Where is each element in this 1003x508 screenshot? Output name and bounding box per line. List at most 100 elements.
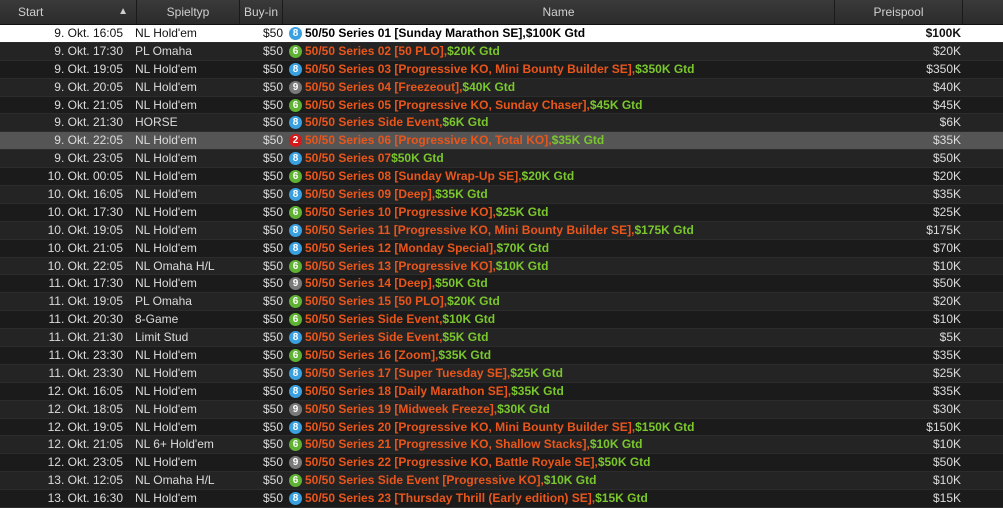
game-type-cell: PL Omaha [135, 294, 192, 309]
tournament-name-cell: 8 50/50 Series 03 [Progressive KO, Mini B… [287, 61, 835, 78]
start-time-cell: 9. Okt. 19:05 [54, 61, 123, 76]
start-time-cell: 10. Okt. 21:05 [47, 240, 123, 255]
prize-pool-cell: $10K [932, 437, 961, 452]
guarantee-text: $10K Gtd [543, 473, 597, 488]
prize-pool-cell: $50K [932, 455, 961, 470]
table-row[interactable]: 10. Okt. 16:05 NL Hold'em $50 8 50/50 Series… [0, 186, 1003, 204]
table-size-badge-icon: 8 [289, 223, 302, 237]
row-filler [963, 97, 1003, 114]
table-row[interactable]: 11. Okt. 19:05 PL Omaha $50 6 50/50 Series 1… [0, 293, 1003, 312]
table-size-badge-icon: 8 [289, 241, 302, 255]
prize-pool-cell: $30K [932, 401, 961, 416]
table-row[interactable]: 9. Okt. 17:30 PL Omaha $50 6 50/50 Series 02… [0, 42, 1003, 61]
row-filler [963, 204, 1003, 221]
row-filler [963, 365, 1003, 382]
table-size-badge-icon: 6 [289, 259, 302, 273]
table-row[interactable]: 11. Okt. 23:30 NL Hold'em $50 6 50/50 Series… [0, 347, 1003, 365]
tournament-name: 50/50 Series 04 [Freezeout], [305, 79, 463, 94]
prize-pool-cell: $350K [926, 61, 961, 76]
table-row[interactable]: 13. Okt. 16:30 NL Hold'em $50 8 50/50 Series… [0, 490, 1003, 508]
buyin-cell: $50 [262, 97, 283, 112]
guarantee-text: $20K Gtd [447, 43, 500, 58]
guarantee-text: $150K Gtd [635, 419, 695, 434]
table-row[interactable]: 12. Okt. 19:05 NL Hold'em $50 8 50/50 Series… [0, 418, 1003, 437]
guarantee-text: $25K Gtd [510, 365, 563, 380]
start-time-cell: 9. Okt. 20:05 [54, 79, 123, 94]
column-header-name[interactable]: Name [283, 0, 835, 24]
buyin-cell: $50 [262, 473, 283, 488]
game-type-cell: Limit Stud [135, 330, 189, 345]
tournament-name-cell: 9 50/50 Series 19 [Midweek Freeze], $30K … [287, 401, 835, 418]
tournament-name: 50/50 Series 16 [Zoom], [305, 348, 439, 363]
guarantee-text: $5K Gtd [442, 330, 489, 345]
start-time-cell: 9. Okt. 21:30 [54, 115, 123, 130]
start-time-cell: 12. Okt. 23:05 [47, 455, 123, 470]
table-row[interactable]: 11. Okt. 20:30 8-Game $50 6 50/50 Series Sid… [0, 311, 1003, 330]
tournament-name-cell: 9 50/50 Series 04 [Freezeout], $40K Gtd [287, 79, 835, 96]
table-row[interactable]: 10. Okt. 19:05 NL Hold'em $50 8 50/50 Series… [0, 221, 1003, 240]
buyin-cell: $50 [262, 43, 283, 58]
tournament-name: 50/50 Series 06 [Progressive KO, Total K… [305, 133, 552, 148]
start-time-cell: 10. Okt. 19:05 [47, 222, 123, 237]
table-size-badge-icon: 8 [289, 366, 302, 380]
table-row[interactable]: 10. Okt. 17:30 NL Hold'em $50 6 50/50 Series… [0, 203, 1003, 222]
start-time-cell: 12. Okt. 16:05 [47, 383, 123, 398]
buyin-cell: $50 [262, 133, 283, 148]
table-row[interactable]: 11. Okt. 23:30 NL Hold'em $50 8 50/50 Series… [0, 364, 1003, 383]
table-row[interactable]: 10. Okt. 21:05 NL Hold'em $50 8 50/50 Series… [0, 239, 1003, 258]
buyin-cell: $50 [262, 26, 283, 40]
table-row[interactable]: 11. Okt. 21:30 Limit Stud $50 8 50/50 Series… [0, 329, 1003, 348]
table-row[interactable]: 9. Okt. 21:05 NL Hold'em $50 6 50/50 Series … [0, 96, 1003, 115]
tournament-name: 50/50 Series Side Event, [305, 330, 443, 345]
column-header-start[interactable]: Start ▲ [0, 0, 137, 24]
table-row[interactable]: 9. Okt. 21:30 HORSE $50 8 50/50 Series Side … [0, 114, 1003, 133]
tournament-name: 50/50 Series 22 [Progressive KO, Battle … [305, 455, 598, 470]
game-type-cell: PL Omaha [135, 43, 192, 58]
game-type-cell: HORSE [135, 115, 178, 130]
table-row[interactable]: 10. Okt. 22:05 NL Omaha H/L $50 6 50/50 Seri… [0, 257, 1003, 276]
table-size-badge-icon: 6 [289, 295, 302, 309]
tournament-name-cell: 8 50/50 Series 07 $50K Gtd [287, 150, 835, 167]
guarantee-text: $35K Gtd [511, 383, 564, 398]
guarantee-text: $100K Gtd [525, 26, 586, 40]
tournament-name-cell: 6 50/50 Series 08 [Sunday Wrap-Up SE], $2… [287, 168, 835, 185]
prize-pool-cell: $5K [939, 330, 961, 345]
table-row[interactable]: 9. Okt. 20:05 NL Hold'em $50 9 50/50 Series … [0, 78, 1003, 97]
table-row[interactable]: 10. Okt. 00:05 NL Hold'em $50 6 50/50 Series… [0, 168, 1003, 187]
row-filler [963, 419, 1003, 436]
table-row[interactable]: 11. Okt. 17:30 NL Hold'em $50 9 50/50 Series… [0, 275, 1003, 294]
prize-pool-cell: $25K [932, 204, 961, 219]
prize-pool-cell: $35K [932, 348, 961, 363]
game-type-cell: NL Hold'em [135, 204, 197, 219]
table-row[interactable]: 9. Okt. 16:05 NL Hold'em $50 8 50/50 Series … [0, 25, 1003, 43]
column-header-buyin[interactable]: Buy-in [240, 0, 283, 24]
start-time-cell: 11. Okt. 20:30 [48, 312, 124, 327]
guarantee-text: $35K Gtd [435, 187, 488, 202]
game-type-cell: NL Hold'em [135, 79, 197, 94]
buyin-cell: $50 [262, 204, 283, 219]
row-filler [963, 275, 1003, 292]
prize-pool-cell: $20K [932, 169, 961, 184]
column-header-prize-pool[interactable]: Preispool [835, 0, 963, 24]
tournament-name: 50/50 Series 01 [Sunday Marathon SE], [305, 26, 526, 40]
table-row[interactable]: 12. Okt. 21:05 NL 6+ Hold'em $50 6 50/50 Ser… [0, 436, 1003, 455]
game-type-cell: NL 6+ Hold'em [135, 437, 214, 452]
game-type-cell: NL Hold'em [135, 151, 197, 166]
buyin-cell: $50 [262, 187, 283, 202]
table-size-badge-icon: 8 [289, 384, 302, 398]
buyin-cell: $50 [262, 61, 283, 76]
tournament-name-cell: 6 50/50 Series 15 [50 PLO], $20K Gtd [287, 293, 835, 310]
table-row[interactable]: 9. Okt. 22:05 NL Hold'em $50 2 50/50 Series … [0, 132, 1003, 151]
table-row[interactable]: 12. Okt. 18:05 NL Hold'em $50 9 50/50 Series… [0, 400, 1003, 419]
table-row[interactable]: 12. Okt. 16:05 NL Hold'em $50 8 50/50 Series… [0, 382, 1003, 401]
tournament-name-cell: 6 50/50 Series 16 [Zoom], $35K Gtd [287, 347, 835, 364]
table-row[interactable]: 12. Okt. 23:05 NL Hold'em $50 9 50/50 Series… [0, 454, 1003, 473]
table-size-badge-icon: 6 [289, 44, 302, 58]
table-row[interactable]: 13. Okt. 12:05 NL Omaha H/L $50 6 50/50 Seri… [0, 472, 1003, 491]
prize-pool-cell: $70K [932, 240, 961, 255]
tournament-name-cell: 8 50/50 Series Side Event, $5K Gtd [287, 329, 835, 346]
game-type-cell: NL Hold'em [135, 187, 197, 202]
table-row[interactable]: 9. Okt. 19:05 NL Hold'em $50 8 50/50 Series … [0, 60, 1003, 79]
column-header-game-type[interactable]: Spieltyp [137, 0, 240, 24]
table-row[interactable]: 9. Okt. 23:05 NL Hold'em $50 8 50/50 Series … [0, 150, 1003, 169]
